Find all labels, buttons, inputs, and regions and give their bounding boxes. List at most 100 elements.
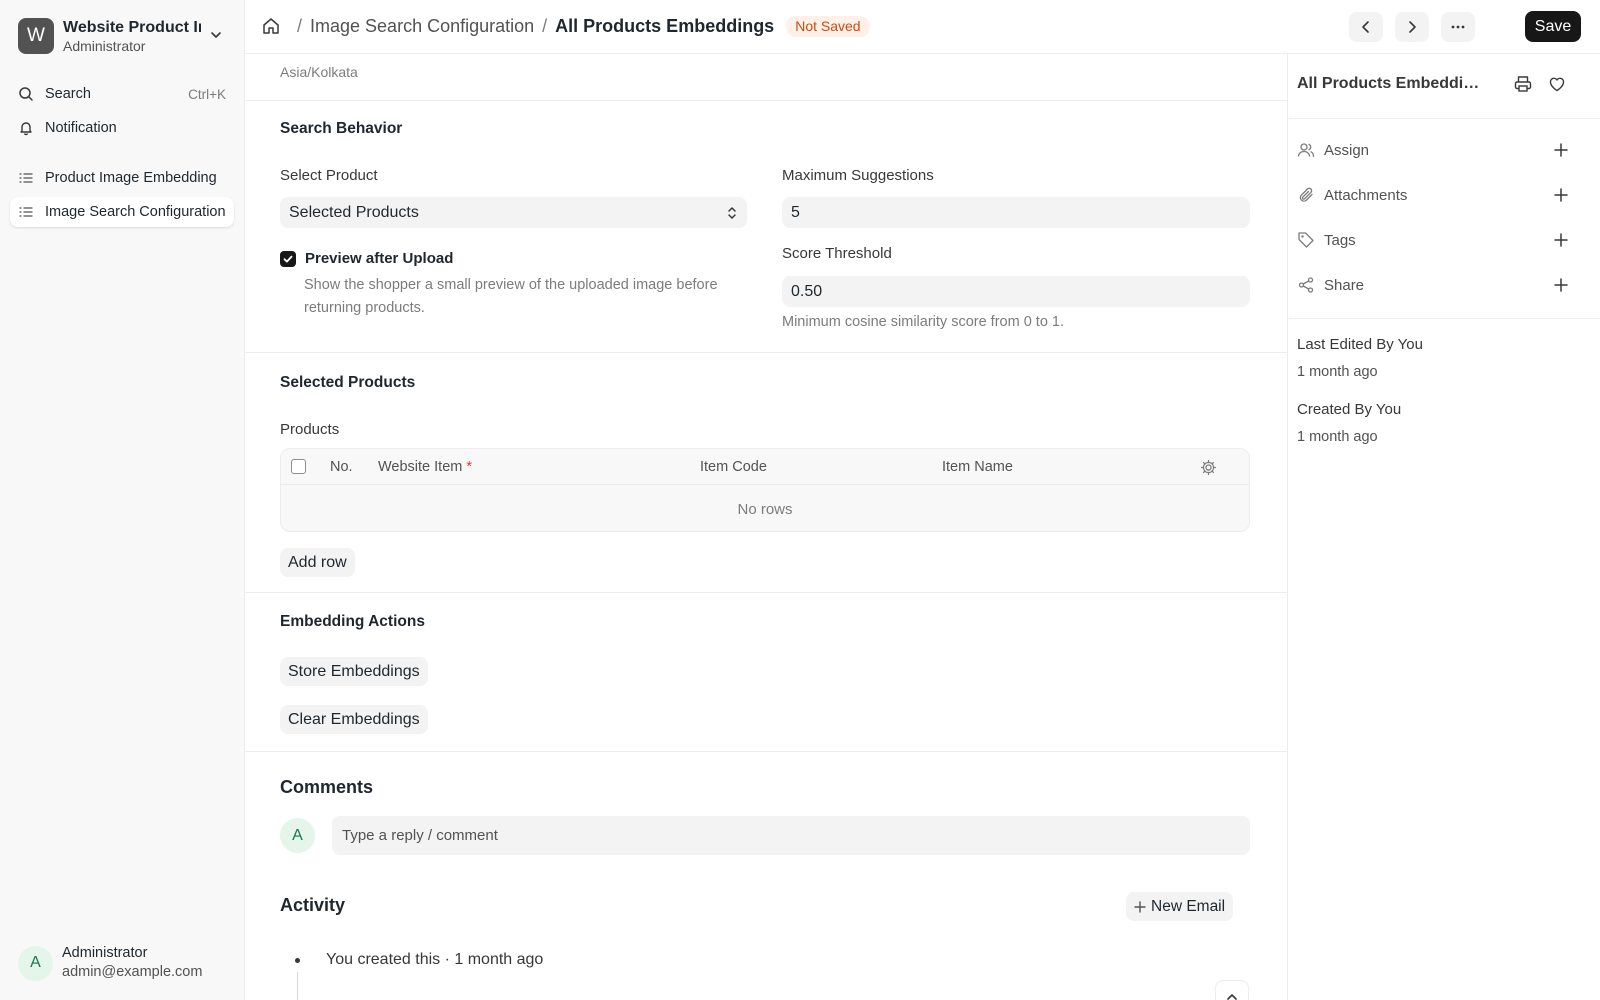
assign-row[interactable]: Assign [1297,138,1569,162]
document-sidebar: All Products Embeddings Assign Attachmen… [1289,54,1600,1000]
check-icon [283,255,293,263]
panel-divider [1289,318,1600,319]
gear-icon[interactable] [1200,459,1217,476]
section-divider [245,100,1287,101]
clear-embeddings-button[interactable]: Clear Embeddings [280,705,428,734]
chevron-right-icon [1409,21,1416,33]
plus-icon[interactable] [1553,277,1569,293]
timeline-line [297,972,298,1000]
column-header-item-name: Item Name [942,459,1013,475]
column-header-no: No. [330,459,353,475]
comment-input[interactable] [332,816,1250,855]
column-header-website-item: Website Item * [378,459,472,475]
activity-text: You created this · 1 month ago [326,951,544,968]
score-threshold-value: 0.50 [791,282,823,300]
save-button[interactable]: Save [1525,11,1581,42]
required-mark: * [466,459,473,475]
next-button[interactable] [1395,12,1429,42]
scroll-to-top-button[interactable] [1215,980,1249,1000]
status-badge: Not Saved [786,15,870,37]
tags-row[interactable]: Tags [1297,228,1569,252]
users-icon [1297,143,1315,158]
document-title: All Products Embeddings [1297,75,1487,92]
share-row[interactable]: Share [1297,273,1569,297]
chevron-left-icon [1362,21,1369,33]
table-header: No. Website Item * Item Code Item Name [281,449,1249,485]
assign-label: Assign [1324,141,1370,159]
form-body: Asia/Kolkata Search Behavior Select Prod… [245,54,1288,1000]
new-email-label: New Email [1151,897,1226,915]
select-all-checkbox[interactable] [291,459,306,474]
maximum-suggestions-value: 5 [791,203,800,221]
add-row-button[interactable]: Add row [280,548,355,577]
select-product-value: Selected Products [289,203,419,221]
last-edited-label: Last Edited By You [1297,336,1423,353]
avatar: A [280,818,315,853]
page-title: All Products Embeddings [555,15,775,36]
preview-after-upload-help: Show the shopper a small preview of the … [304,277,718,316]
sidebar: W Website Product Image Search Administr… [0,0,245,1000]
timezone-value: Asia/Kolkata [280,64,358,80]
paperclip-icon [1299,187,1313,202]
section-title-embedding-actions: Embedding Actions [280,613,425,630]
section-title-search-behavior: Search Behavior [280,120,403,137]
avatar: A [18,945,53,981]
timeline-dot [295,957,300,963]
printer-icon[interactable] [1513,74,1533,94]
home-icon[interactable] [261,16,281,36]
search-label: Search [45,86,91,102]
created-time: 1 month ago [1297,429,1378,445]
search-icon [19,87,33,101]
user-email: admin@example.com [62,964,203,980]
score-threshold-help: Minimum cosine similarity score from 0 t… [782,314,1065,330]
more-horizontal-icon [1451,25,1465,29]
plus-icon[interactable] [1553,142,1569,158]
breadcrumb-separator: / [542,15,548,36]
sidebar-item-label: Image Search Configuration [45,204,226,220]
empty-table-message: No rows [737,501,793,518]
sidebar-item-label: Product Image Embedding [45,170,217,186]
activity-title: Activity [280,895,346,915]
search-shortcut: Ctrl+K [188,86,226,102]
chevron-down-icon [211,32,221,38]
share-icon [1298,277,1314,293]
checkbox-checked[interactable] [280,251,296,267]
sidebar-item-image-search-configuration[interactable]: Image Search Configuration [10,197,234,227]
maximum-suggestions-input[interactable]: 5 [782,197,1250,228]
breadcrumb: / Image Search Configuration / All Produ… [261,14,870,38]
last-edited-time: 1 month ago [1297,364,1378,380]
tag-icon [1298,232,1314,248]
attachments-row[interactable]: Attachments [1297,183,1569,207]
workspace-role: Administrator [63,37,146,54]
select-product-select[interactable]: Selected Products [280,197,747,228]
section-divider [245,592,1287,593]
column-header-item-code: Item Code [700,459,767,475]
section-divider [245,751,1287,752]
list-icon [19,173,33,183]
new-email-button[interactable]: New Email [1126,892,1234,921]
preview-after-upload-checkbox[interactable]: Preview after Upload [280,250,453,267]
select-product-label: Select Product [280,167,378,184]
store-embeddings-button[interactable]: Store Embeddings [280,657,428,686]
user-menu[interactable]: A Administrator admin@example.com [18,944,202,982]
comments-title: Comments [280,777,374,797]
score-threshold-label: Score Threshold [782,245,892,262]
column-header-label: Website Item [378,459,463,475]
heart-icon[interactable] [1547,74,1567,94]
plus-icon[interactable] [1553,232,1569,248]
created-label: Created By You [1297,401,1402,418]
score-threshold-input[interactable]: 0.50 [782,276,1250,307]
sidebar-item-product-image-embedding[interactable]: Product Image Embedding [10,163,234,193]
breadcrumb-parent-link[interactable]: Image Search Configuration [310,16,534,37]
workspace-name: Website Product Image Search [63,18,201,36]
previous-button[interactable] [1349,12,1383,42]
notification-label: Notification [45,120,117,136]
activity-item: You created this · 1 month ago [295,951,543,969]
search-button[interactable]: Search Ctrl+K [10,79,234,109]
plus-icon[interactable] [1553,187,1569,203]
workspace-switcher[interactable]: W Website Product Image Search Administr… [18,17,228,55]
more-menu-button[interactable] [1441,12,1475,42]
page-header: / Image Search Configuration / All Produ… [245,0,1600,54]
list-icon [19,207,33,217]
notification-button[interactable]: Notification [10,113,234,143]
